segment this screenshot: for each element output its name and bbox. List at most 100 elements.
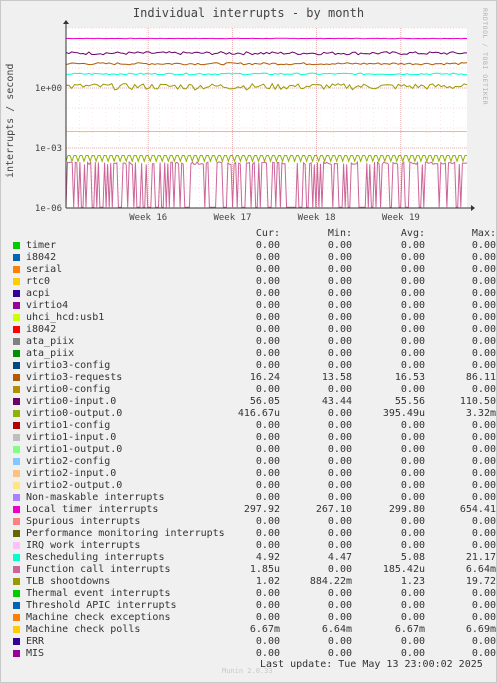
legend-value-min: 0.00 [327,384,352,395]
legend-label: virtio4 [26,300,69,311]
header-max: Max: [471,228,496,239]
legend-value-cur: 0.00 [255,420,280,431]
legend-value-avg: 6.67m [394,624,425,635]
legend-value-avg: 0.00 [400,540,425,551]
legend-value-avg: 0.00 [400,360,425,371]
legend-value-max: 0.00 [471,360,496,371]
legend-value-cur: 1.02 [255,576,280,587]
legend-value-max: 0.00 [471,384,496,395]
legend-row: i8042 0.00 0.00 0.00 0.00 [0,324,497,336]
legend-label: virtio2-config [26,456,111,467]
legend-value-cur: 0.00 [255,480,280,491]
legend-value-max: 0.00 [471,336,496,347]
legend-value-min: 0.00 [327,276,352,287]
y-axis-arrow [63,20,69,24]
legend-label: virtio2-input.0 [26,468,117,479]
legend-value-max: 0.00 [471,516,496,527]
y-tick-label: 1e-06 [35,204,62,214]
legend-value-avg: 5.08 [400,552,425,563]
legend-value-max: 0.00 [471,276,496,287]
legend-value-avg: 0.00 [400,612,425,623]
legend-swatch [13,458,20,465]
legend-value-cur: 0.00 [255,336,280,347]
legend-value-avg: 1.23 [400,576,425,587]
legend-value-avg: 0.00 [400,336,425,347]
legend-value-max: 0.00 [471,264,496,275]
legend-row: virtio1-input.0 0.00 0.00 0.00 0.00 [0,432,497,444]
legend-row: TLB shootdowns 1.02 884.22m 1.23 19.72 [0,576,497,588]
legend-value-avg: 0.00 [400,456,425,467]
legend-value-min: 13.58 [321,372,352,383]
legend-row: Thermal event interrupts 0.00 0.00 0.00 0.00 [0,588,497,600]
legend-value-avg: 185.42u [382,564,425,575]
legend-value-min: 0.00 [327,324,352,335]
legend-value-min: 0.00 [327,516,352,527]
legend-value-min: 267.10 [315,504,352,515]
legend-swatch [13,518,20,525]
legend-value-cur: 0.00 [255,636,280,647]
legend-label: virtio1-input.0 [26,432,117,443]
legend-row: ERR 0.00 0.00 0.00 0.00 [0,636,497,648]
legend-row: Threshold APIC interrupts 0.00 0.00 0.00 0.0… [0,600,497,612]
legend-value-max: 0.00 [471,444,496,455]
legend-value-max: 0.00 [471,324,496,335]
legend-value-cur: 0.00 [255,492,280,503]
legend-row: Rescheduling interrupts 4.92 4.47 5.08 21.17 [0,552,497,564]
header-avg: Avg: [400,228,425,239]
legend-value-avg: 0.00 [400,288,425,299]
last-update: Last update: Tue May 13 23:00:02 2025 [260,659,483,670]
legend-value-avg: 0.00 [400,468,425,479]
legend-value-cur: 0.00 [255,252,280,263]
legend-swatch [13,422,20,429]
legend-value-avg: 0.00 [400,492,425,503]
legend-value-max: 19.72 [465,576,496,587]
legend-swatch [13,398,20,405]
legend-value-min: 0.00 [327,432,352,443]
legend-swatch [13,530,20,537]
legend-row: ata_piix 0.00 0.00 0.00 0.00 [0,348,497,360]
legend-value-max: 0.00 [471,420,496,431]
legend-value-max: 0.00 [471,540,496,551]
legend-label: rtc0 [26,276,51,287]
legend-swatch [13,614,20,621]
legend-swatch [13,482,20,489]
legend-value-min: 4.47 [327,552,352,563]
legend-label: Performance monitoring interrupts [26,528,225,539]
legend-swatch [13,590,20,597]
legend-value-min: 0.00 [327,480,352,491]
legend-value-cur: 16.24 [249,372,280,383]
legend-value-min: 0.00 [327,456,352,467]
legend-swatch [13,242,20,249]
legend-label: serial [26,264,63,275]
legend-swatch [13,494,20,501]
legend-value-min: 0.00 [327,468,352,479]
legend-swatch [13,554,20,561]
legend-label: virtio2-output.0 [26,480,123,491]
legend-label: virtio0-output.0 [26,408,123,419]
legend-row: virtio1-output.0 0.00 0.00 0.00 0.00 [0,444,497,456]
legend-value-max: 0.00 [471,348,496,359]
legend-value-cur: 0.00 [255,600,280,611]
legend-value-avg: 0.00 [400,444,425,455]
legend-value-avg: 0.00 [400,324,425,335]
legend-value-avg: 55.56 [394,396,425,407]
legend-row: Non-maskable interrupts 0.00 0.00 0.00 0.00 [0,492,497,504]
legend-label: ata_piix [26,348,75,359]
legend-value-min: 0.00 [327,312,352,323]
legend-value-avg: 0.00 [400,264,425,275]
legend-swatch [13,470,20,477]
legend-value-max: 0.00 [471,588,496,599]
legend-swatch [13,578,20,585]
legend-row: ata_piix 0.00 0.00 0.00 0.00 [0,336,497,348]
legend-label: ata_piix [26,336,75,347]
legend-swatch [13,374,20,381]
legend-swatch [13,278,20,285]
legend-value-min: 0.00 [327,540,352,551]
legend-value-max: 0.00 [471,456,496,467]
legend-swatch [13,506,20,513]
legend-label: Non-maskable interrupts [26,492,165,503]
legend-row: i8042 0.00 0.00 0.00 0.00 [0,252,497,264]
legend-value-max: 6.69m [465,624,496,635]
legend-label: virtio0-config [26,384,111,395]
legend-row: Machine check exceptions 0.00 0.00 0.00 0.00 [0,612,497,624]
